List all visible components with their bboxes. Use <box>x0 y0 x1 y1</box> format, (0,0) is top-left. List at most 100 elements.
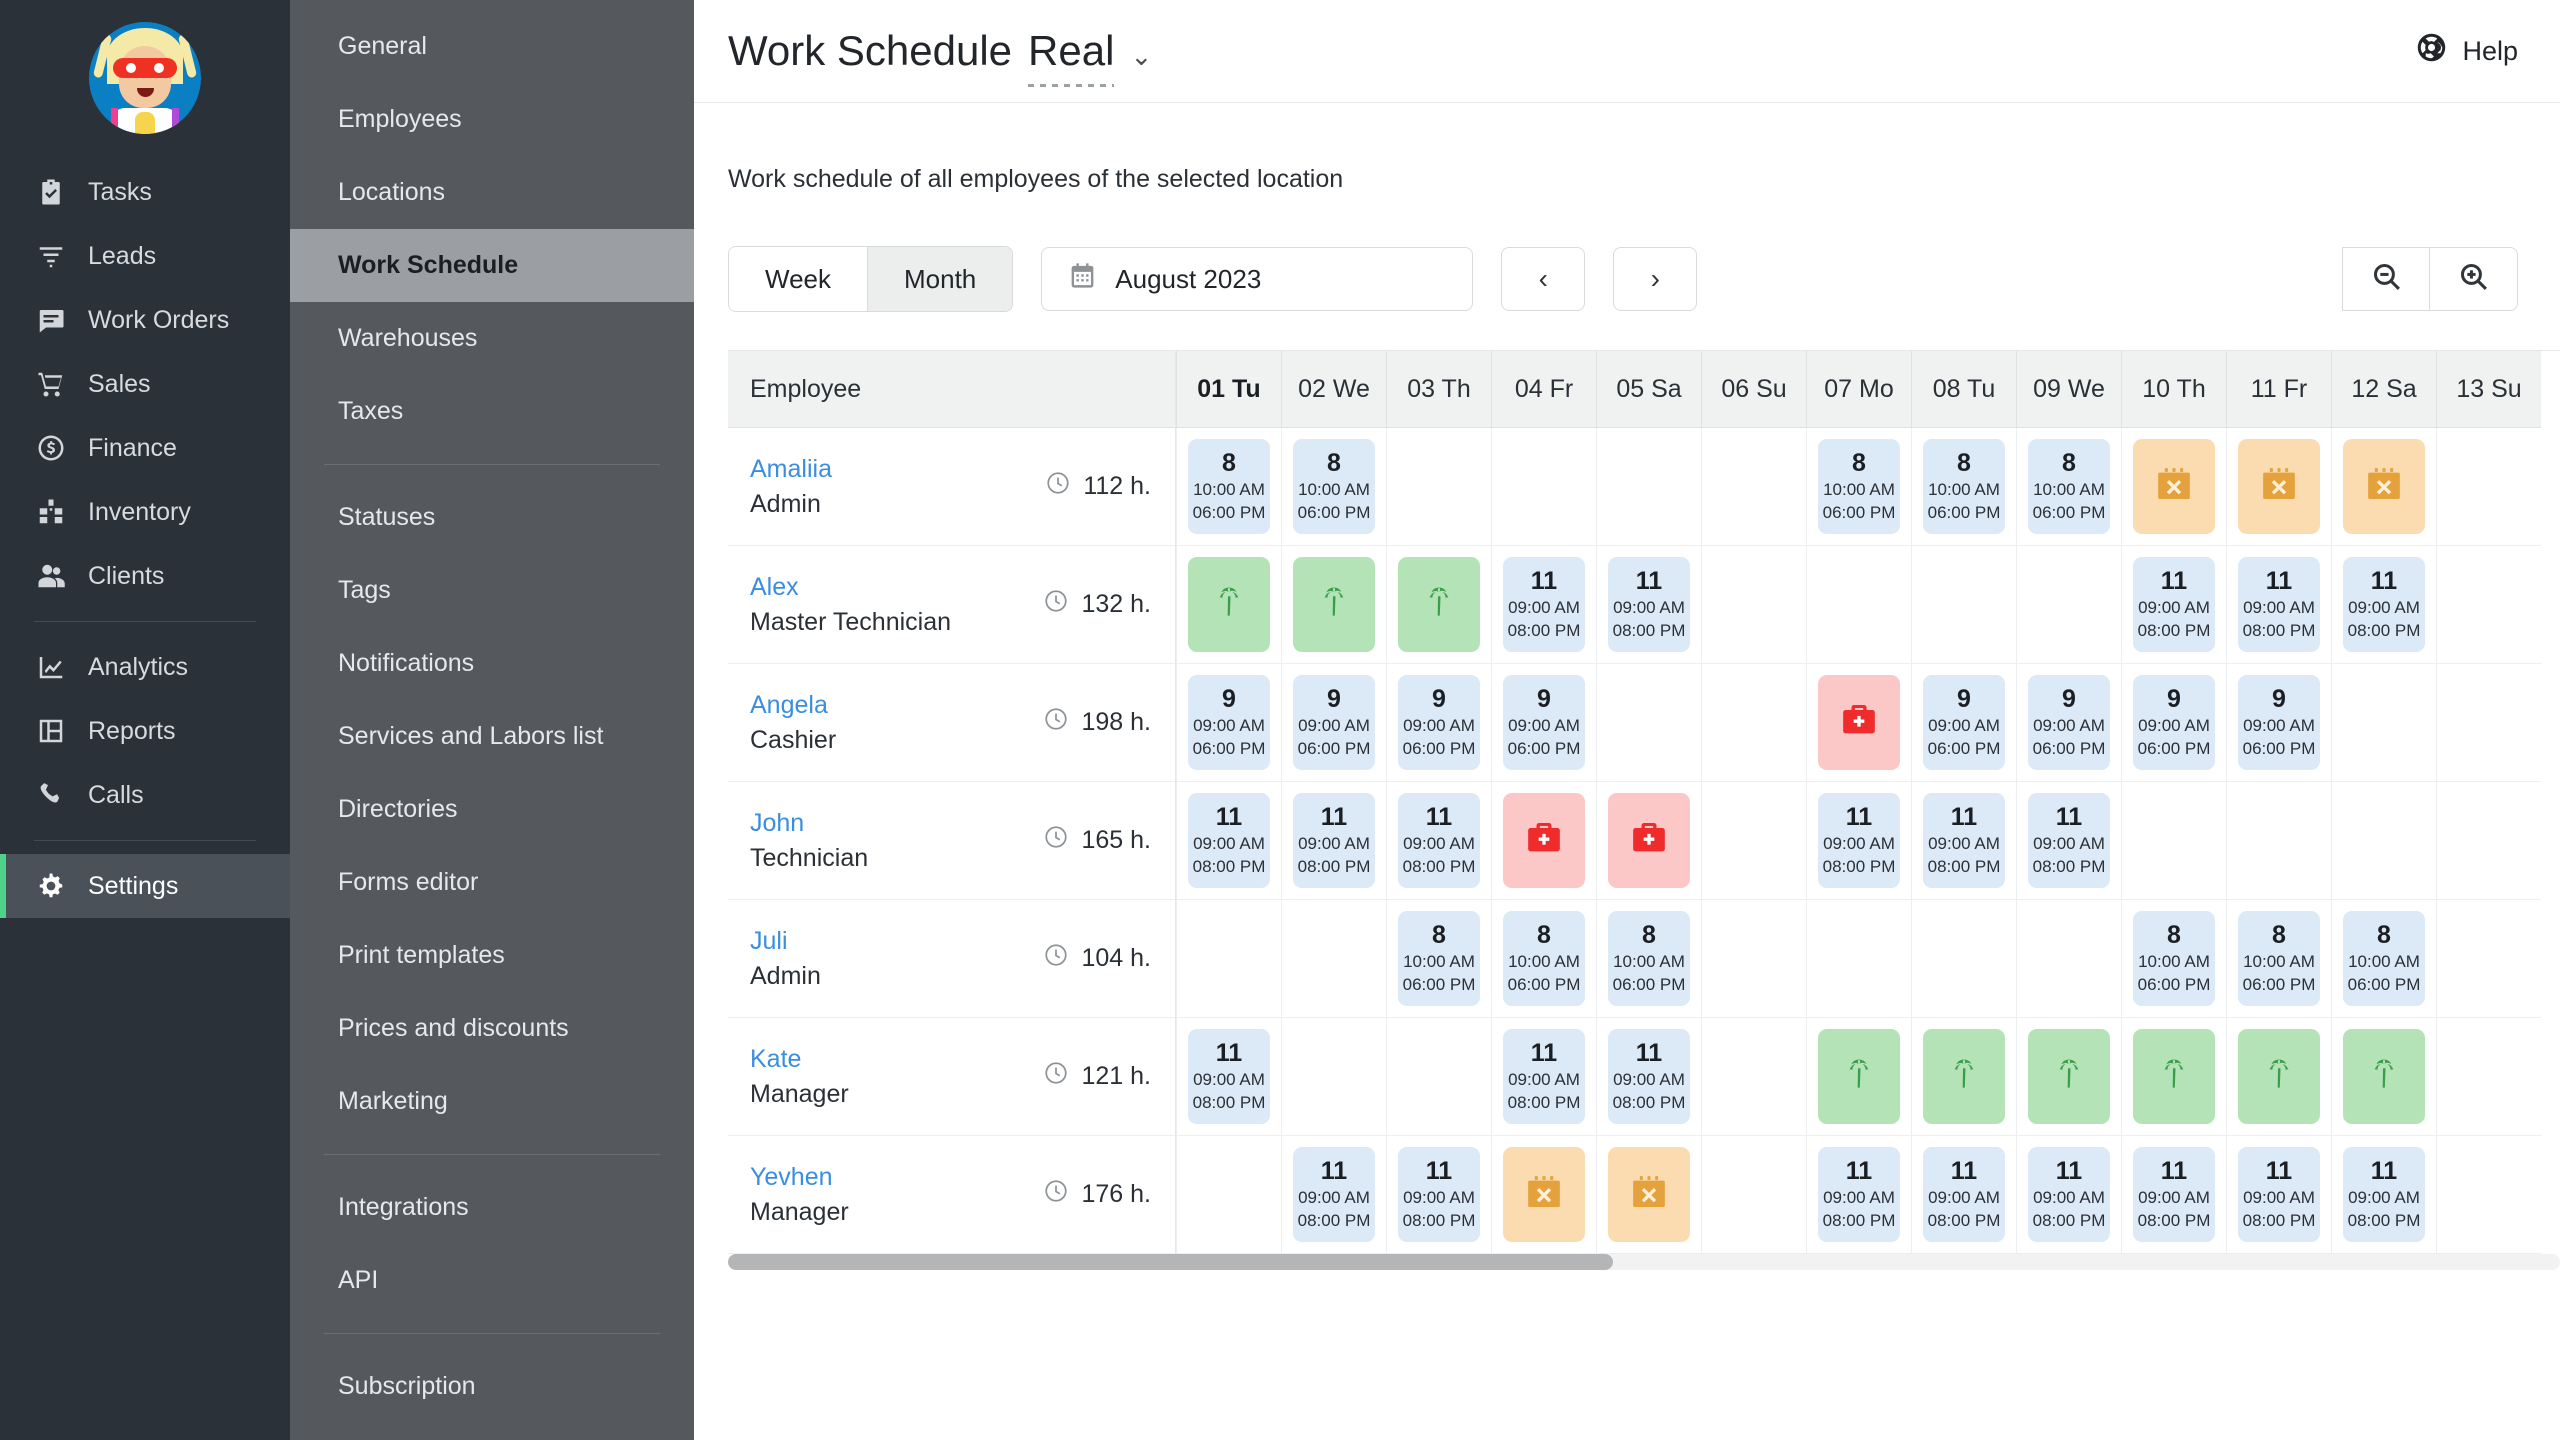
employee-name-link[interactable]: John <box>750 809 868 838</box>
schedule-cell[interactable]: 11 09:00 AM 08:00 PM <box>1281 1136 1386 1254</box>
submenu-item-directories[interactable]: Directories <box>290 773 694 846</box>
schedule-cell[interactable] <box>1911 1018 2016 1136</box>
schedule-cell[interactable]: 11 09:00 AM 08:00 PM <box>1176 782 1281 900</box>
schedule-cell[interactable] <box>1596 782 1701 900</box>
schedule-cell[interactable] <box>2016 546 2121 664</box>
help-button[interactable]: Help <box>2415 31 2518 71</box>
employee-name-link[interactable]: Kate <box>750 1045 849 1074</box>
schedule-cell[interactable] <box>2226 1018 2331 1136</box>
submenu-item-tags[interactable]: Tags <box>290 554 694 627</box>
shift-chip[interactable]: 11 09:00 AM 08:00 PM <box>1188 793 1270 888</box>
sidebar-item-clients[interactable]: Clients <box>0 544 290 608</box>
shift-chip[interactable]: 11 09:00 AM 08:00 PM <box>2028 1147 2110 1242</box>
shift-chip[interactable]: 11 09:00 AM 08:00 PM <box>2133 557 2215 652</box>
schedule-cell[interactable]: 8 10:00 AM 06:00 PM <box>2121 900 2226 1018</box>
schedule-cell[interactable] <box>1386 546 1491 664</box>
schedule-cell[interactable] <box>1281 900 1386 1018</box>
submenu-item-print-templates[interactable]: Print templates <box>290 919 694 992</box>
schedule-cell[interactable] <box>1701 428 1806 546</box>
sidebar-item-sales[interactable]: Sales <box>0 352 290 416</box>
shift-chip[interactable]: 9 09:00 AM 06:00 PM <box>1398 675 1480 770</box>
schedule-cell[interactable]: 9 09:00 AM 06:00 PM <box>1491 664 1596 782</box>
schedule-cell[interactable] <box>1281 546 1386 664</box>
schedule-cell[interactable] <box>2226 428 2331 546</box>
schedule-cell[interactable]: 11 09:00 AM 08:00 PM <box>2331 546 2436 664</box>
sick-leave-chip[interactable] <box>1608 793 1690 888</box>
submenu-item-subscription[interactable]: Subscription <box>290 1350 694 1423</box>
schedule-cell[interactable] <box>1701 1136 1806 1254</box>
vacation-chip[interactable] <box>1293 557 1375 652</box>
sidebar-item-finance[interactable]: Finance <box>0 416 290 480</box>
schedule-cell[interactable] <box>2016 900 2121 1018</box>
schedule-cell[interactable]: 11 09:00 AM 08:00 PM <box>1911 782 2016 900</box>
schedule-cell[interactable]: 11 09:00 AM 08:00 PM <box>1911 1136 2016 1254</box>
schedule-cell[interactable]: 11 09:00 AM 08:00 PM <box>2121 1136 2226 1254</box>
shift-chip[interactable]: 11 09:00 AM 08:00 PM <box>2343 557 2425 652</box>
vacation-chip[interactable] <box>2343 1029 2425 1124</box>
shift-chip[interactable]: 9 09:00 AM 06:00 PM <box>1923 675 2005 770</box>
schedule-cell[interactable] <box>2331 664 2436 782</box>
submenu-item-work-schedule[interactable]: Work Schedule <box>290 229 694 302</box>
employee-name-link[interactable]: Juli <box>750 927 821 956</box>
schedule-cell[interactable] <box>1491 1136 1596 1254</box>
schedule-cell[interactable]: 11 09:00 AM 08:00 PM <box>1806 782 1911 900</box>
horizontal-scrollbar[interactable] <box>728 1254 2560 1270</box>
schedule-cell[interactable]: 11 09:00 AM 08:00 PM <box>2331 1136 2436 1254</box>
submenu-item-marketing[interactable]: Marketing <box>290 1065 694 1138</box>
shift-chip[interactable]: 11 09:00 AM 08:00 PM <box>2238 557 2320 652</box>
shift-chip[interactable]: 11 09:00 AM 08:00 PM <box>2133 1147 2215 1242</box>
schedule-cell[interactable]: 11 09:00 AM 08:00 PM <box>1176 1018 1281 1136</box>
schedule-cell[interactable]: 9 09:00 AM 06:00 PM <box>1911 664 2016 782</box>
page-title[interactable]: Work Schedule Real ⌄ <box>728 27 1152 87</box>
schedule-cell[interactable]: 8 10:00 AM 06:00 PM <box>1806 428 1911 546</box>
chevron-down-icon[interactable]: ⌄ <box>1130 41 1152 72</box>
schedule-cell[interactable] <box>2121 1018 2226 1136</box>
schedule-cell[interactable] <box>1806 900 1911 1018</box>
shift-chip[interactable]: 8 10:00 AM 06:00 PM <box>1503 911 1585 1006</box>
shift-chip[interactable]: 8 10:00 AM 06:00 PM <box>1923 439 2005 534</box>
shift-chip[interactable]: 11 09:00 AM 08:00 PM <box>1608 557 1690 652</box>
schedule-cell[interactable]: 8 10:00 AM 06:00 PM <box>1596 900 1701 1018</box>
shift-chip[interactable]: 9 09:00 AM 06:00 PM <box>1503 675 1585 770</box>
shift-chip[interactable]: 11 09:00 AM 08:00 PM <box>2343 1147 2425 1242</box>
shift-chip[interactable]: 9 09:00 AM 06:00 PM <box>1188 675 1270 770</box>
schedule-cell[interactable]: 11 09:00 AM 08:00 PM <box>1281 782 1386 900</box>
schedule-cell[interactable] <box>1386 428 1491 546</box>
submenu-item-integrations[interactable]: Integrations <box>290 1171 694 1244</box>
schedule-cell[interactable] <box>2436 1136 2541 1254</box>
schedule-cell[interactable] <box>1176 546 1281 664</box>
submenu-item-api[interactable]: API <box>290 1244 694 1317</box>
schedule-cell[interactable] <box>2436 1018 2541 1136</box>
schedule-cell[interactable] <box>1701 546 1806 664</box>
week-view-button[interactable]: Week <box>729 247 867 311</box>
vacation-chip[interactable] <box>1398 557 1480 652</box>
submenu-item-warehouses[interactable]: Warehouses <box>290 302 694 375</box>
submenu-item-employees[interactable]: Employees <box>290 83 694 156</box>
schedule-cell[interactable]: 11 09:00 AM 08:00 PM <box>1386 1136 1491 1254</box>
schedule-cell[interactable] <box>2226 782 2331 900</box>
submenu-item-forms-editor[interactable]: Forms editor <box>290 846 694 919</box>
schedule-cell[interactable]: 11 09:00 AM 08:00 PM <box>1491 1018 1596 1136</box>
schedule-cell[interactable] <box>2436 428 2541 546</box>
shift-chip[interactable]: 11 09:00 AM 08:00 PM <box>1398 793 1480 888</box>
date-picker[interactable]: August 2023 <box>1041 247 1474 311</box>
shift-chip[interactable]: 11 09:00 AM 08:00 PM <box>1398 1147 1480 1242</box>
vacation-chip[interactable] <box>2238 1029 2320 1124</box>
zoom-out-button[interactable] <box>2342 247 2430 311</box>
schedule-cell[interactable] <box>1281 1018 1386 1136</box>
sidebar-item-reports[interactable]: Reports <box>0 699 290 763</box>
schedule-cell[interactable] <box>1176 1136 1281 1254</box>
schedule-cell[interactable] <box>2436 782 2541 900</box>
schedule-cell[interactable] <box>2016 1018 2121 1136</box>
employee-name-link[interactable]: Yevhen <box>750 1163 849 1192</box>
submenu-item-statuses[interactable]: Statuses <box>290 481 694 554</box>
sidebar-item-tasks[interactable]: Tasks <box>0 160 290 224</box>
vacation-chip[interactable] <box>1188 557 1270 652</box>
zoom-in-button[interactable] <box>2430 247 2518 311</box>
next-period-button[interactable]: › <box>1613 247 1698 311</box>
scrollbar-thumb[interactable] <box>728 1254 1613 1270</box>
schedule-cell[interactable] <box>1596 664 1701 782</box>
sick-leave-chip[interactable] <box>1818 675 1900 770</box>
schedule-cell[interactable]: 8 10:00 AM 06:00 PM <box>2331 900 2436 1018</box>
day-off-chip[interactable] <box>2343 439 2425 534</box>
